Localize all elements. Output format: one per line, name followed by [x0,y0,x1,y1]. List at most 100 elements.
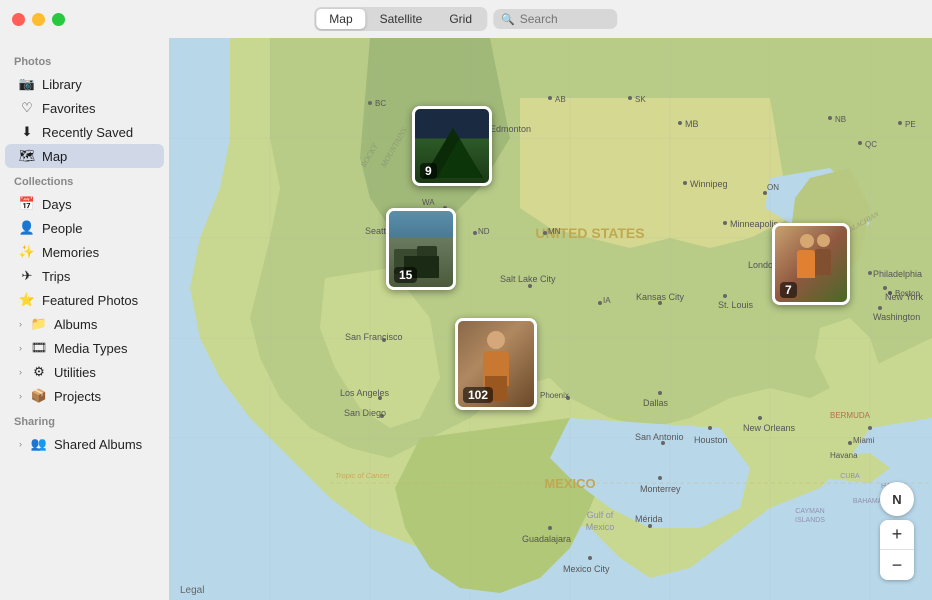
svg-text:Mérida: Mérida [635,514,663,524]
utilities-chevron-icon: › [19,367,22,377]
minimize-button[interactable] [32,13,45,26]
svg-text:BERMUDA: BERMUDA [830,411,871,420]
svg-text:St. Louis: St. Louis [718,300,754,310]
sidebar-item-map[interactable]: 🗺 Map [5,144,164,168]
sidebar-item-utilities[interactable]: › ⚙ Utilities [5,360,164,384]
favorites-label: Favorites [42,101,95,116]
maximize-button[interactable] [52,13,65,26]
photo-cluster-wa[interactable]: 15 [386,208,456,290]
svg-text:Los Angeles: Los Angeles [340,388,390,398]
map-background: ROCKY MOUNTAINS APPALACHIAN UNITED STATE… [170,38,932,600]
sidebar-item-people[interactable]: 👤 People [5,216,164,240]
sidebar-item-featured-photos[interactable]: ⭐ Featured Photos [5,288,164,312]
people-label: People [42,221,82,236]
sidebar-item-library[interactable]: 📷 Library [5,72,164,96]
favorites-icon: ♡ [19,100,35,116]
recently-saved-icon: ⬇ [19,124,35,140]
svg-text:Phoenix: Phoenix [540,391,569,400]
utilities-icon: ⚙ [31,364,47,380]
map-icon: 🗺 [19,148,35,164]
svg-text:ON: ON [767,183,779,192]
svg-text:Tropic of Cancer: Tropic of Cancer [335,471,390,480]
svg-text:Miami: Miami [853,436,875,445]
grid-view-button[interactable]: Grid [436,9,485,29]
days-label: Days [42,197,72,212]
zoom-out-button[interactable]: − [880,550,914,580]
sidebar-item-albums[interactable]: › 📁 Albums [5,312,164,336]
title-bar: Map Satellite Grid 🔍 [0,0,932,38]
albums-chevron-icon: › [19,319,22,329]
photos-section-label: Photos [0,48,169,72]
svg-text:Minneapolis: Minneapolis [730,219,779,229]
zoom-in-button[interactable]: + [880,520,914,550]
svg-text:IA: IA [603,296,611,305]
svg-text:San Antonio: San Antonio [635,432,684,442]
media-types-chevron-icon: › [19,343,22,353]
zoom-controls: + − [880,520,914,580]
shared-albums-icon: 👥 [31,436,47,452]
svg-text:PE: PE [905,120,916,129]
shared-albums-chevron-icon: › [19,439,22,449]
cluster-count-sf: 102 [463,387,493,403]
photo-cluster-bc[interactable]: 9 [412,106,492,186]
compass-button[interactable]: N [880,482,914,516]
svg-text:San Diego: San Diego [344,408,386,418]
svg-text:Monterrey: Monterrey [640,484,681,494]
trips-label: Trips [42,269,70,284]
albums-icon: 📁 [31,316,47,332]
sidebar-item-recently-saved[interactable]: ⬇ Recently Saved [5,120,164,144]
sharing-section-label: Sharing [0,408,169,432]
satellite-view-button[interactable]: Satellite [367,9,436,29]
trips-icon: ✈ [19,268,35,284]
svg-text:SK: SK [635,95,646,104]
svg-text:Gulf of: Gulf of [587,510,614,520]
svg-text:Kansas City: Kansas City [636,292,685,302]
sidebar-item-shared-albums[interactable]: › 👥 Shared Albums [5,432,164,456]
svg-text:CAYMAN: CAYMAN [795,508,824,515]
svg-text:Boston: Boston [895,289,920,298]
svg-text:Houston: Houston [694,435,728,445]
sidebar-item-media-types[interactable]: › 🎞 Media Types [5,336,164,360]
map-controls: N + − [880,482,914,580]
svg-text:Dallas: Dallas [643,398,669,408]
legal-text[interactable]: Legal [180,585,204,596]
compass-n-label: N [892,492,901,507]
sidebar-item-days[interactable]: 📅 Days [5,192,164,216]
svg-text:San Francisco: San Francisco [345,332,403,342]
map-area[interactable]: ROCKY MOUNTAINS APPALACHIAN UNITED STATE… [170,38,932,600]
featured-photos-icon: ⭐ [19,292,35,308]
svg-text:Winnipeg: Winnipeg [690,179,728,189]
cluster-count-bc: 9 [420,163,437,179]
svg-text:MN: MN [548,227,561,236]
media-types-label: Media Types [54,341,127,356]
svg-text:Mexico: Mexico [586,522,615,532]
sidebar-item-memories[interactable]: ✨ Memories [5,240,164,264]
photo-cluster-sf[interactable]: 102 [455,318,537,410]
sidebar-item-favorites[interactable]: ♡ Favorites [5,96,164,120]
svg-text:QC: QC [865,140,877,149]
close-button[interactable] [12,13,25,26]
sidebar-item-projects[interactable]: › 📦 Projects [5,384,164,408]
collections-section-label: Collections [0,168,169,192]
map-view-button[interactable]: Map [316,9,365,29]
featured-photos-label: Featured Photos [42,293,138,308]
photo-cluster-east[interactable]: 7 [772,223,850,305]
svg-text:Washington: Washington [873,312,920,322]
memories-icon: ✨ [19,244,35,260]
library-label: Library [42,77,82,92]
utilities-label: Utilities [54,365,96,380]
media-types-icon: 🎞 [31,340,47,356]
search-box: 🔍 [493,9,618,29]
people-icon: 👤 [19,220,35,236]
svg-text:Havana: Havana [830,451,858,460]
svg-text:ND: ND [478,227,490,236]
recently-saved-label: Recently Saved [42,125,133,140]
cluster-count-wa: 15 [394,267,417,283]
search-input[interactable] [520,12,610,26]
svg-text:Philadelphia: Philadelphia [873,269,922,279]
main-area: Photos 📷 Library ♡ Favorites ⬇ Recently … [0,38,932,600]
svg-text:Salt Lake City: Salt Lake City [500,274,556,284]
svg-text:MB: MB [685,119,699,129]
sidebar-item-trips[interactable]: ✈ Trips [5,264,164,288]
svg-text:Edmonton: Edmonton [490,124,531,134]
